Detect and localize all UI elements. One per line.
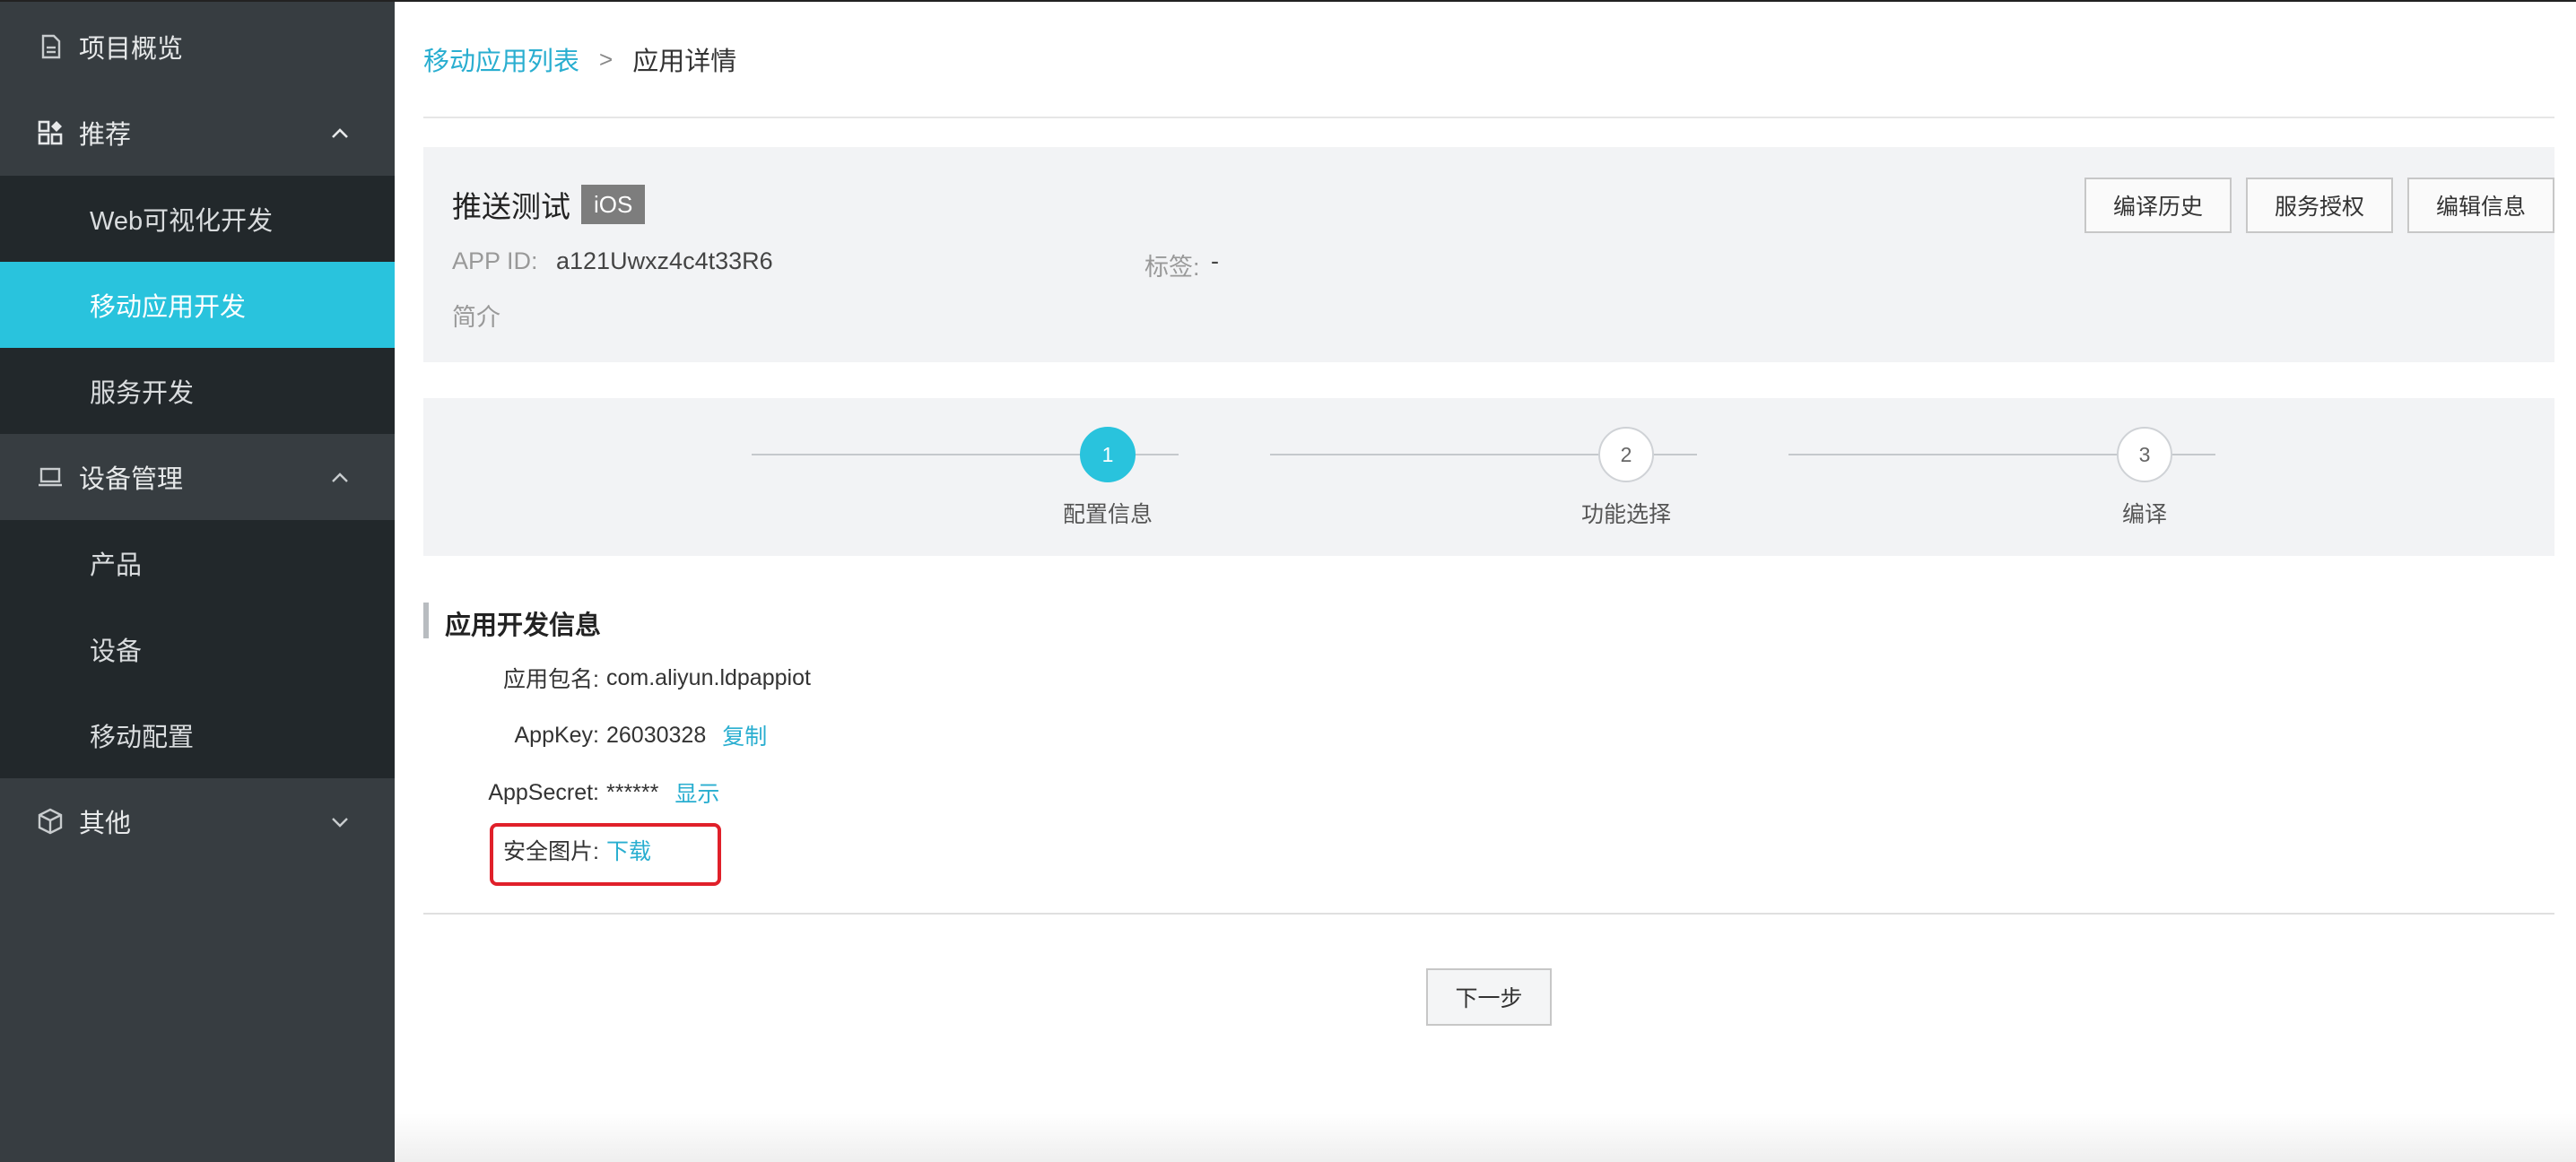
cube-icon <box>38 808 63 835</box>
tags-value: - <box>1211 247 1219 274</box>
step-3-circle: 3 <box>2117 427 2172 482</box>
chevron-up-icon <box>332 128 348 138</box>
intro-label: 简介 <box>452 304 500 331</box>
step-2-circle: 2 <box>1598 427 1654 482</box>
bottom-shadow <box>395 1114 2576 1162</box>
step-2-label: 功能选择 <box>1580 502 1671 527</box>
tags-label: 标签: <box>1144 254 1200 281</box>
package-name-value: com.aliyun.ldpappiot <box>606 664 811 690</box>
service-authorize-button[interactable]: 服务授权 <box>2246 178 2393 233</box>
appsecret-value: ****** <box>606 779 659 805</box>
field-package-name: 应用包名: com.aliyun.ldpappiot <box>395 662 811 694</box>
sidebar-item-project-overview[interactable]: 项目概览 <box>0 4 395 90</box>
chevron-up-icon <box>332 473 348 482</box>
field-label: AppKey: <box>514 722 599 748</box>
main-content: 移动应用列表 > 应用详情 推送测试 iOS APP ID: a121Uwxz4… <box>395 0 2576 1162</box>
step-1-circle: 1 <box>1080 427 1136 482</box>
appkey-value: 26030328 <box>606 722 707 748</box>
sidebar-item-label: 服务开发 <box>90 379 195 408</box>
grid-icon <box>38 120 63 145</box>
field-label: AppSecret: <box>488 779 599 805</box>
platform-badge: iOS <box>581 185 646 224</box>
step-3-label: 编译 <box>2121 502 2167 527</box>
next-step-button[interactable]: 下一步 <box>1426 968 1552 1026</box>
compile-history-button[interactable]: 编译历史 <box>2084 178 2232 233</box>
divider <box>423 913 2554 915</box>
sidebar-group-label: 其他 <box>79 810 132 838</box>
sidebar-group-other[interactable]: 其他 <box>0 778 395 864</box>
highlight-annotation-box <box>490 823 721 886</box>
app-name: 推送测试 <box>452 190 570 223</box>
field-appsecret: AppSecret: ****** 显示 <box>395 776 719 809</box>
sidebar-group-label: 设备管理 <box>79 465 184 494</box>
sidebar-item-service-dev[interactable]: 服务开发 <box>0 348 395 434</box>
sidebar-item-label: 产品 <box>90 551 143 580</box>
chevron-down-icon <box>332 818 348 828</box>
sidebar-group-recommend[interactable]: 推荐 <box>0 90 395 176</box>
copy-appkey-link[interactable]: 复制 <box>722 719 767 751</box>
sidebar-item-label: 移动应用开发 <box>90 293 247 322</box>
field-appkey: AppKey: 26030328 复制 <box>395 719 767 751</box>
section-title: 应用开发信息 <box>445 611 602 640</box>
breadcrumb-current: 应用详情 <box>632 48 737 76</box>
document-icon <box>41 34 61 59</box>
sidebar: 项目概览 推荐 Web可视化开发 移动应用开发 服务开发 设备管理 产品 设备 … <box>0 0 395 1162</box>
section-marker <box>423 603 429 638</box>
sidebar-item-mobile-app-dev[interactable]: 移动应用开发 <box>0 262 395 348</box>
step-4-label: 完成 <box>2564 497 2576 529</box>
breadcrumb-link-app-list[interactable]: 移动应用列表 <box>423 40 579 78</box>
field-label: 应用包名: <box>503 667 599 692</box>
sidebar-item-label: 项目概览 <box>79 35 184 64</box>
edit-info-button[interactable]: 编辑信息 <box>2407 178 2554 233</box>
sidebar-item-label: 移动配置 <box>90 724 195 752</box>
app-info-card: 推送测试 iOS APP ID: a121Uwxz4c4t33R6 标签: - … <box>423 147 2554 362</box>
app-id-value: a121Uwxz4c4t33R6 <box>556 247 773 274</box>
sidebar-item-mobile-config[interactable]: 移动配置 <box>0 692 395 778</box>
app-id-label: APP ID: <box>452 247 538 274</box>
laptop-icon <box>39 467 62 487</box>
sidebar-item-web-visual-dev[interactable]: Web可视化开发 <box>0 176 395 262</box>
progress-steps: 1 配置信息 2 功能选择 3 编译 4 完成 <box>423 398 2554 556</box>
sidebar-item-label: 设备 <box>90 637 143 666</box>
sidebar-item-label: Web可视化开发 <box>90 207 274 236</box>
breadcrumb: 移动应用列表 > 应用详情 <box>423 41 736 77</box>
breadcrumb-separator: > <box>599 45 614 73</box>
sidebar-item-device[interactable]: 设备 <box>0 606 395 692</box>
sidebar-group-device-management[interactable]: 设备管理 <box>0 434 395 520</box>
divider <box>423 117 2554 118</box>
step-1-label: 配置信息 <box>1062 502 1153 527</box>
show-appsecret-link[interactable]: 显示 <box>674 776 719 809</box>
sidebar-item-product[interactable]: 产品 <box>0 520 395 606</box>
sidebar-group-label: 推荐 <box>79 121 132 150</box>
